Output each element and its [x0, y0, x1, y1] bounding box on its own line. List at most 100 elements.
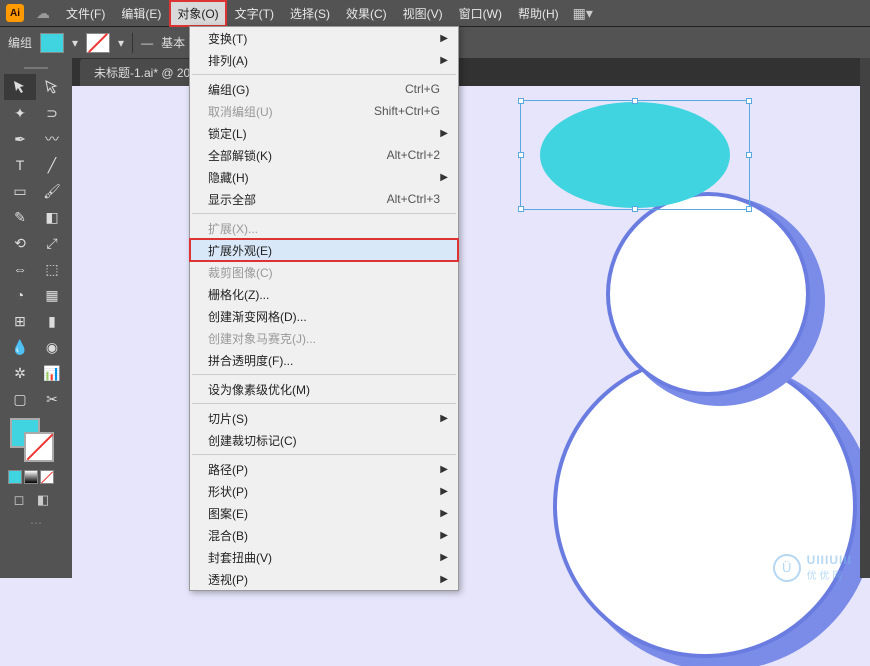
draw-normal-icon[interactable]: ◻	[10, 492, 28, 508]
submenu-arrow-icon: ▶	[440, 128, 448, 139]
submenu-arrow-icon: ▶	[440, 413, 448, 424]
line-tool[interactable]: ╱	[36, 152, 68, 178]
selection-type-label: 编组	[8, 34, 32, 51]
menu-item[interactable]: 图案(E)▶	[190, 502, 458, 524]
handle-tm[interactable]	[632, 98, 638, 104]
menu-file[interactable]: 文件(F)	[58, 0, 113, 27]
shaper-tool[interactable]: ✎	[4, 204, 36, 230]
toolbox-more-icon[interactable]: ⋯	[4, 516, 68, 530]
gradient-mode[interactable]	[24, 470, 38, 484]
handle-bm[interactable]	[632, 206, 638, 212]
handle-bl[interactable]	[518, 206, 524, 212]
menu-view[interactable]: 视图(V)	[395, 0, 451, 27]
stroke-swatch[interactable]	[86, 33, 110, 53]
menu-item[interactable]: 扩展外观(E)	[190, 239, 458, 261]
tab-title: 未标题-1.ai* @ 200	[94, 64, 197, 81]
rectangle-tool[interactable]: ▭	[4, 178, 36, 204]
menu-item[interactable]: 栅格化(Z)...	[190, 283, 458, 305]
color-selector[interactable]	[4, 418, 68, 466]
menu-effect[interactable]: 效果(C)	[338, 0, 395, 27]
app-logo: Ai	[6, 4, 24, 22]
menu-item[interactable]: 锁定(L)▶	[190, 122, 458, 144]
menu-item[interactable]: 切片(S)▶	[190, 407, 458, 429]
menu-item: 裁剪图像(C)	[190, 261, 458, 283]
fill-swatch[interactable]	[40, 33, 64, 53]
color-mode[interactable]	[8, 470, 22, 484]
submenu-arrow-icon: ▶	[440, 508, 448, 519]
type-tool[interactable]: T	[4, 152, 36, 178]
menu-window[interactable]: 窗口(W)	[451, 0, 510, 27]
menu-item[interactable]: 路径(P)▶	[190, 458, 458, 480]
menu-item[interactable]: 创建渐变网格(D)...	[190, 305, 458, 327]
object-menu-dropdown: 变换(T)▶排列(A)▶编组(G)Ctrl+G取消编组(U)Shift+Ctrl…	[189, 26, 459, 591]
menu-item[interactable]: 形状(P)▶	[190, 480, 458, 502]
mesh-tool[interactable]: ⊞	[4, 308, 36, 334]
handle-ml[interactable]	[518, 152, 524, 158]
lasso-tool[interactable]: ⊃	[36, 100, 68, 126]
menu-item[interactable]: 全部解锁(K)Alt+Ctrl+2	[190, 144, 458, 166]
handle-tl[interactable]	[518, 98, 524, 104]
handle-tr[interactable]	[746, 98, 752, 104]
shape-builder-tool[interactable]: ◔	[4, 282, 36, 308]
basic-label[interactable]: 基本	[161, 34, 185, 51]
line-icon: —	[141, 36, 153, 50]
draw-behind-icon[interactable]: ◧	[34, 492, 52, 508]
rotate-tool[interactable]: ⟲	[4, 230, 36, 256]
blend-tool[interactable]: ◉	[36, 334, 68, 360]
free-transform-tool[interactable]: ⬚	[36, 256, 68, 282]
menu-item[interactable]: 透视(P)▶	[190, 568, 458, 590]
handle-br[interactable]	[746, 206, 752, 212]
menu-item[interactable]: 混合(B)▶	[190, 524, 458, 546]
selection-tool[interactable]	[4, 74, 36, 100]
toolbox-handle[interactable]	[4, 64, 68, 72]
menu-item[interactable]: 变换(T)▶	[190, 27, 458, 49]
shortcut-label: Alt+Ctrl+3	[387, 192, 440, 206]
submenu-arrow-icon: ▶	[440, 486, 448, 497]
menu-separator	[192, 74, 456, 75]
none-mode[interactable]	[40, 470, 54, 484]
brush-tool[interactable]: 🖌	[36, 178, 68, 204]
pen-tool[interactable]: ✒	[4, 126, 36, 152]
right-panel-edge[interactable]	[860, 58, 870, 578]
slice-tool[interactable]: ✂	[36, 386, 68, 412]
watermark-brand: UIIIUIII	[807, 553, 852, 567]
menu-separator	[192, 213, 456, 214]
eraser-tool[interactable]: ◧	[36, 204, 68, 230]
eyedropper-tool[interactable]: 💧	[4, 334, 36, 360]
fill-dd-icon[interactable]: ▾	[72, 36, 78, 50]
menu-help[interactable]: 帮助(H)	[510, 0, 567, 27]
menu-item[interactable]: 创建裁切标记(C)	[190, 429, 458, 451]
menu-item[interactable]: 封套扭曲(V)▶	[190, 546, 458, 568]
gradient-tool[interactable]: ▮	[36, 308, 68, 334]
direct-selection-tool[interactable]	[36, 74, 68, 100]
menu-item[interactable]: 编组(G)Ctrl+G	[190, 78, 458, 100]
submenu-arrow-icon: ▶	[440, 172, 448, 183]
curvature-tool[interactable]: 〰	[36, 126, 68, 152]
artboard-tool[interactable]: ▢	[4, 386, 36, 412]
menu-item[interactable]: 拼合透明度(F)...	[190, 349, 458, 371]
watermark-logo-icon: Ü	[773, 554, 801, 582]
magic-wand-tool[interactable]: ✦	[4, 100, 36, 126]
width-tool[interactable]: ⇔	[4, 256, 36, 282]
menu-item[interactable]: 排列(A)▶	[190, 49, 458, 71]
menu-item[interactable]: 设为像素级优化(M)	[190, 378, 458, 400]
graph-tool[interactable]: 📊	[36, 360, 68, 386]
menubar: Ai ☁ 文件(F) 编辑(E) 对象(O) 文字(T) 选择(S) 效果(C)…	[0, 0, 870, 26]
stroke-color[interactable]	[24, 432, 54, 462]
cloud-icon[interactable]: ☁	[36, 5, 50, 22]
submenu-arrow-icon: ▶	[440, 33, 448, 44]
watermark-tagline: 优 优 网	[807, 567, 852, 582]
handle-mr[interactable]	[746, 152, 752, 158]
symbol-sprayer-tool[interactable]: ✲	[4, 360, 36, 386]
menu-item[interactable]: 显示全部Alt+Ctrl+3	[190, 188, 458, 210]
stroke-dd-icon[interactable]: ▾	[118, 36, 124, 50]
layout-icon[interactable]: ▦▾	[573, 5, 593, 22]
menu-select[interactable]: 选择(S)	[282, 0, 338, 27]
menu-object[interactable]: 对象(O)	[169, 0, 226, 27]
menu-item[interactable]: 隐藏(H)▶	[190, 166, 458, 188]
perspective-tool[interactable]: ▦	[36, 282, 68, 308]
scale-tool[interactable]: ⤢	[36, 230, 68, 256]
menu-separator	[192, 374, 456, 375]
menu-edit[interactable]: 编辑(E)	[113, 0, 169, 27]
menu-type[interactable]: 文字(T)	[227, 0, 282, 27]
